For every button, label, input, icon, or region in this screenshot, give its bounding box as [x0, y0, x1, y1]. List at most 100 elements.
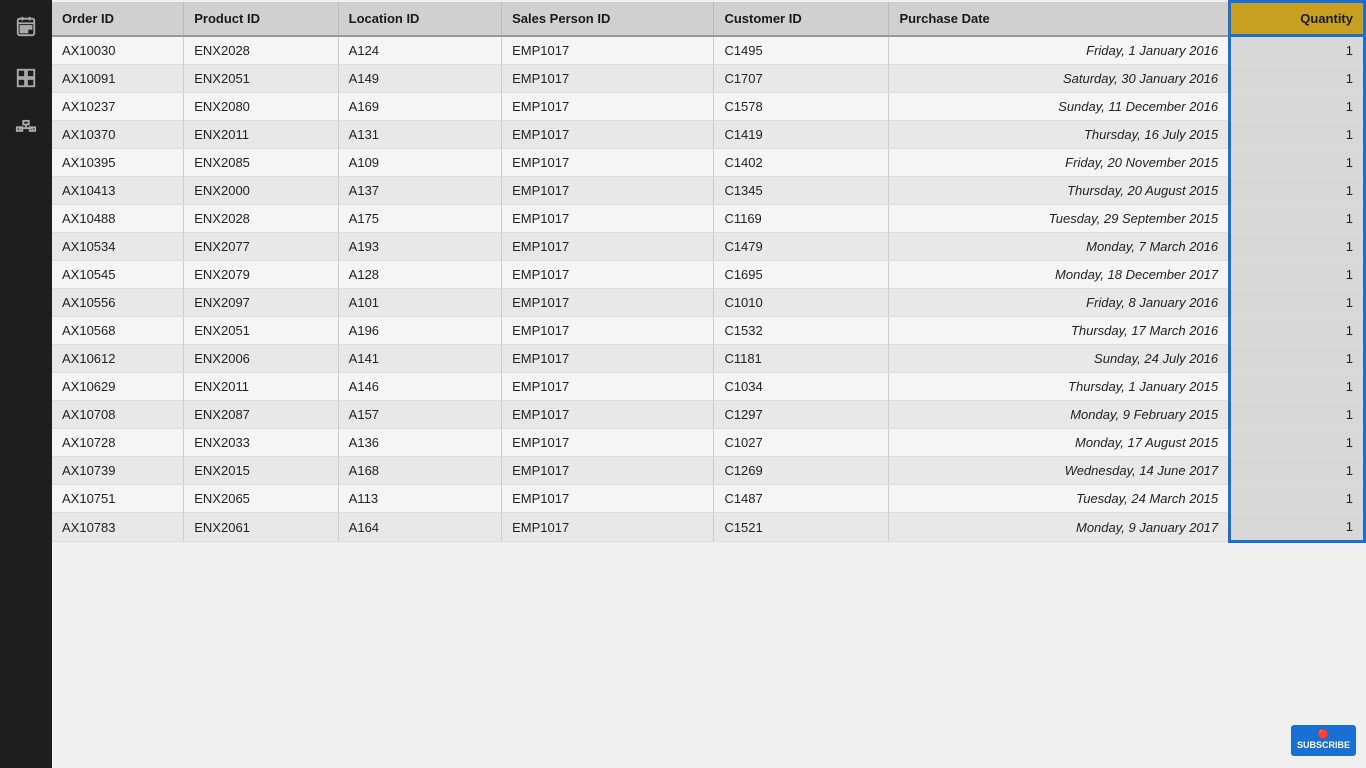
col-header-sales-person-id[interactable]: Sales Person ID	[502, 2, 714, 36]
cell-quantity: 1	[1230, 65, 1365, 93]
cell-sales_person_id: EMP1017	[502, 149, 714, 177]
cell-customer_id: C1010	[714, 289, 889, 317]
hierarchy-icon[interactable]	[8, 112, 44, 148]
table-row: AX10751ENX2065A113EMP1017C1487Tuesday, 2…	[52, 485, 1365, 513]
cell-customer_id: C1402	[714, 149, 889, 177]
cell-product_id: ENX2079	[184, 261, 338, 289]
cell-customer_id: C1034	[714, 373, 889, 401]
col-header-product-id[interactable]: Product ID	[184, 2, 338, 36]
cell-product_id: ENX2028	[184, 205, 338, 233]
cell-quantity: 1	[1230, 457, 1365, 485]
cell-product_id: ENX2087	[184, 401, 338, 429]
cell-product_id: ENX2015	[184, 457, 338, 485]
cell-location_id: A141	[338, 345, 501, 373]
cell-customer_id: C1269	[714, 457, 889, 485]
table-row: AX10488ENX2028A175EMP1017C1169Tuesday, 2…	[52, 205, 1365, 233]
col-header-order-id[interactable]: Order ID	[52, 2, 184, 36]
cell-customer_id: C1297	[714, 401, 889, 429]
cell-sales_person_id: EMP1017	[502, 429, 714, 457]
main-content: Order ID Product ID Location ID Sales Pe…	[52, 0, 1366, 768]
cell-order_id: AX10556	[52, 289, 184, 317]
cell-sales_person_id: EMP1017	[502, 401, 714, 429]
table-header-row: Order ID Product ID Location ID Sales Pe…	[52, 2, 1365, 36]
cell-product_id: ENX2061	[184, 513, 338, 542]
col-header-customer-id[interactable]: Customer ID	[714, 2, 889, 36]
cell-location_id: A136	[338, 429, 501, 457]
cell-quantity: 1	[1230, 345, 1365, 373]
table-row: AX10568ENX2051A196EMP1017C1532Thursday, …	[52, 317, 1365, 345]
table-row: AX10739ENX2015A168EMP1017C1269Wednesday,…	[52, 457, 1365, 485]
cell-sales_person_id: EMP1017	[502, 485, 714, 513]
col-header-purchase-date[interactable]: Purchase Date	[889, 2, 1230, 36]
cell-order_id: AX10091	[52, 65, 184, 93]
table-row: AX10237ENX2080A169EMP1017C1578Sunday, 11…	[52, 93, 1365, 121]
cell-purchase-date: Thursday, 20 August 2015	[889, 177, 1230, 205]
table-container[interactable]: Order ID Product ID Location ID Sales Pe…	[52, 0, 1366, 768]
cell-purchase-date: Friday, 20 November 2015	[889, 149, 1230, 177]
cell-purchase-date: Monday, 9 February 2015	[889, 401, 1230, 429]
col-header-quantity[interactable]: Quantity	[1230, 2, 1365, 36]
cell-location_id: A157	[338, 401, 501, 429]
table-row: AX10091ENX2051A149EMP1017C1707Saturday, …	[52, 65, 1365, 93]
subscribe-badge[interactable]: 🔴 SUBSCRIBE	[1291, 725, 1356, 756]
cell-location_id: A168	[338, 457, 501, 485]
cell-purchase-date: Monday, 17 August 2015	[889, 429, 1230, 457]
cell-product_id: ENX2051	[184, 65, 338, 93]
cell-order_id: AX10568	[52, 317, 184, 345]
cell-purchase-date: Friday, 1 January 2016	[889, 36, 1230, 65]
cell-purchase-date: Thursday, 16 July 2015	[889, 121, 1230, 149]
table-row: AX10030ENX2028A124EMP1017C1495Friday, 1 …	[52, 36, 1365, 65]
sidebar	[0, 0, 52, 768]
table-row: AX10708ENX2087A157EMP1017C1297Monday, 9 …	[52, 401, 1365, 429]
cell-product_id: ENX2080	[184, 93, 338, 121]
cell-sales_person_id: EMP1017	[502, 36, 714, 65]
cell-product_id: ENX2051	[184, 317, 338, 345]
cell-location_id: A128	[338, 261, 501, 289]
cell-location_id: A101	[338, 289, 501, 317]
cell-customer_id: C1707	[714, 65, 889, 93]
col-header-location-id[interactable]: Location ID	[338, 2, 501, 36]
table-row: AX10612ENX2006A141EMP1017C1181Sunday, 24…	[52, 345, 1365, 373]
table-row: AX10629ENX2011A146EMP1017C1034Thursday, …	[52, 373, 1365, 401]
cell-quantity: 1	[1230, 93, 1365, 121]
cell-location_id: A164	[338, 513, 501, 542]
cell-purchase-date: Monday, 7 March 2016	[889, 233, 1230, 261]
cell-sales_person_id: EMP1017	[502, 289, 714, 317]
cell-product_id: ENX2085	[184, 149, 338, 177]
table-row: AX10413ENX2000A137EMP1017C1345Thursday, …	[52, 177, 1365, 205]
cell-quantity: 1	[1230, 177, 1365, 205]
cell-location_id: A146	[338, 373, 501, 401]
cell-customer_id: C1345	[714, 177, 889, 205]
cell-sales_person_id: EMP1017	[502, 373, 714, 401]
cell-order_id: AX10612	[52, 345, 184, 373]
cell-product_id: ENX2028	[184, 36, 338, 65]
cell-purchase-date: Friday, 8 January 2016	[889, 289, 1230, 317]
cell-purchase-date: Wednesday, 14 June 2017	[889, 457, 1230, 485]
table-row: AX10534ENX2077A193EMP1017C1479Monday, 7 …	[52, 233, 1365, 261]
cell-product_id: ENX2011	[184, 121, 338, 149]
cell-order_id: AX10545	[52, 261, 184, 289]
cell-order_id: AX10629	[52, 373, 184, 401]
cell-location_id: A196	[338, 317, 501, 345]
cell-sales_person_id: EMP1017	[502, 205, 714, 233]
cell-customer_id: C1181	[714, 345, 889, 373]
cell-order_id: AX10783	[52, 513, 184, 542]
cell-location_id: A131	[338, 121, 501, 149]
cell-sales_person_id: EMP1017	[502, 261, 714, 289]
cell-location_id: A124	[338, 36, 501, 65]
table-grid-icon[interactable]	[8, 60, 44, 96]
cell-order_id: AX10488	[52, 205, 184, 233]
cell-sales_person_id: EMP1017	[502, 457, 714, 485]
calendar-icon[interactable]	[8, 8, 44, 44]
cell-sales_person_id: EMP1017	[502, 317, 714, 345]
data-table: Order ID Product ID Location ID Sales Pe…	[52, 0, 1366, 543]
cell-customer_id: C1487	[714, 485, 889, 513]
cell-purchase-date: Tuesday, 24 March 2015	[889, 485, 1230, 513]
cell-customer_id: C1578	[714, 93, 889, 121]
cell-product_id: ENX2011	[184, 373, 338, 401]
cell-order_id: AX10237	[52, 93, 184, 121]
cell-purchase-date: Tuesday, 29 September 2015	[889, 205, 1230, 233]
cell-customer_id: C1532	[714, 317, 889, 345]
cell-order_id: AX10534	[52, 233, 184, 261]
cell-purchase-date: Sunday, 11 December 2016	[889, 93, 1230, 121]
